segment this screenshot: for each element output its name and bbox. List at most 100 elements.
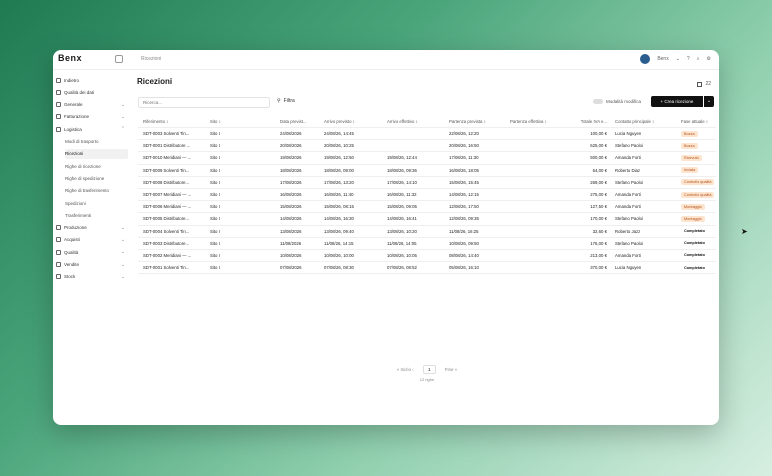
sidebar-item-label: Vendite xyxy=(64,262,80,267)
sidebar-item[interactable]: Vendite ⌄ xyxy=(56,260,128,270)
pagination-next[interactable]: Fine » xyxy=(445,367,458,372)
table-cell: Bozza xyxy=(681,140,719,151)
create-reception-button[interactable]: + Crea ricezione xyxy=(651,96,703,107)
table-cell: 15/08/26, 08:15 xyxy=(324,204,354,210)
table-row[interactable]: SDT-0001 Distributore ... Sito I 20/08/202… xyxy=(138,140,719,153)
sidebar-item[interactable]: Qualità ⌄ xyxy=(56,247,128,257)
top-bar: Benx Ricezioni Benx ⌄ ? ⌕ ⚙ xyxy=(53,50,719,70)
table-row[interactable]: SDT-0003 Distributore... Sito I 11/08/2026… xyxy=(138,238,716,250)
record-count: 22 xyxy=(697,81,711,87)
sidebar-subitem[interactable]: Righe di trasferimento xyxy=(65,186,128,196)
status-badge: Montaggio xyxy=(681,203,705,210)
table-cell: Montaggio xyxy=(681,201,719,212)
sidebar-item[interactable]: Generale ⌄ xyxy=(56,100,128,110)
edit-mode-toggle[interactable] xyxy=(593,99,603,104)
sidebar-item[interactable]: Indietro xyxy=(56,75,128,85)
table-row[interactable]: SDT-0007 Meridiani — ... Sito I 16/08/2026… xyxy=(138,189,719,202)
table-cell: SDT-0006 Meridiani — ... xyxy=(143,204,192,210)
table-cell: Bozza xyxy=(681,128,719,139)
filter-icon: ⚲ xyxy=(277,98,281,104)
app-window: Benx Ricezioni Benx ⌄ ? ⌕ ⚙ Indietro Qual… xyxy=(53,50,719,425)
table-cell: 16/08/26, 18:05 xyxy=(449,167,479,173)
nav-icon xyxy=(56,274,61,280)
column-header[interactable]: Partenza prevista ↕ xyxy=(449,115,507,127)
table-cell: SDT-0004 Solventi Tin... xyxy=(143,228,190,234)
breadcrumb[interactable]: Ricezioni xyxy=(141,56,161,62)
chevron-down-icon[interactable]: ⌄ xyxy=(676,56,680,62)
table-cell: 13/08/26, 10:20 xyxy=(387,228,417,234)
table-cell: Sito I xyxy=(210,155,220,161)
nav-icon xyxy=(56,89,61,95)
table-cell: 170,00 € xyxy=(590,216,607,222)
sidebar-item[interactable]: Stock ⌄ xyxy=(56,272,128,282)
table-cell: Completato xyxy=(681,250,719,261)
sidebar-item[interactable]: Acquisti ⌄ xyxy=(56,235,128,245)
table-cell: SDT-0003 Solventi Tin... xyxy=(143,131,190,137)
table-cell: Completato xyxy=(681,262,719,273)
table-cell: 16/08/26, 11:32 xyxy=(387,192,417,198)
table-cell: Amanda Forti xyxy=(615,252,641,258)
settings-icon[interactable]: ⚙ xyxy=(707,56,711,62)
status-badge: Bozza xyxy=(681,142,698,149)
sidebar-subitem[interactable]: Ricezioni xyxy=(65,148,128,159)
sidebar-subitem[interactable]: Righe di spedizione xyxy=(65,173,128,183)
table-row[interactable]: SDT-0010 Meridiani — ... Sito I 19/08/2026… xyxy=(138,152,716,165)
table-cell: 16/08/2026 xyxy=(280,192,302,198)
table-cell: Sito I xyxy=(210,265,220,271)
column-header[interactable]: Data previst... xyxy=(280,115,322,127)
table-cell: 13/08/26, 09:40 xyxy=(324,228,354,234)
edit-mode-label: Modalità modifica xyxy=(606,99,642,104)
status-badge: Ricevuto xyxy=(681,154,702,161)
pagination-current-page[interactable]: 1 xyxy=(422,365,436,374)
pagination-prev[interactable]: « Inizio ‹ xyxy=(397,367,414,372)
nav-icon xyxy=(56,237,61,243)
column-header[interactable]: Riferimento ↕ xyxy=(143,115,203,127)
brand-logo[interactable]: Benx xyxy=(58,53,82,63)
sidebar-item[interactable]: Fatturazione ⌄ xyxy=(56,112,128,122)
sidebar-subitem[interactable]: Spedizioni xyxy=(65,198,128,208)
table-cell: Lucia Nguyen xyxy=(615,131,642,137)
sidebar-item[interactable]: Qualità dei dati xyxy=(56,87,128,97)
chevron-down-icon[interactable]: ⌄ xyxy=(704,96,714,107)
sidebar-subitem[interactable]: Righe di ricezione xyxy=(65,161,128,171)
table-cell: 500,00 € xyxy=(590,155,607,161)
filter-button[interactable]: ⚲ Filtra xyxy=(277,98,295,104)
sidebar-subitem[interactable]: Modi di trasporto xyxy=(65,137,128,147)
table-cell: 10/08/26, 09:50 xyxy=(449,240,479,246)
table-row[interactable]: SDT-0006 Meridiani — ... Sito I 15/08/2026… xyxy=(138,201,719,214)
table-row[interactable]: SDT-0003 Solventi Tin... Sito I 24/08/2026… xyxy=(138,128,719,141)
column-header[interactable]: Fase attuale ↕ xyxy=(681,115,719,127)
column-header[interactable]: Sito ↕ xyxy=(210,115,250,127)
sidebar-toggle-icon[interactable] xyxy=(115,55,123,63)
column-header[interactable]: Arrivo previsto ↕ xyxy=(324,115,382,127)
table-cell: 11/08/26, 16:25 xyxy=(449,228,479,234)
table-row[interactable]: SDT-0008 Distributore... Sito I 17/08/2026… xyxy=(138,177,716,189)
avatar[interactable] xyxy=(640,54,651,64)
sidebar-item[interactable]: Produzione ⌄ xyxy=(56,223,128,233)
chevron-icon: ⌄ xyxy=(120,273,125,280)
table-row[interactable]: SDT-0005 Distributore... Sito I 14/08/2026… xyxy=(138,213,716,226)
receptions-table: Riferimento ↕ Sito ↕ Data previst... Arrivo… xyxy=(138,115,719,275)
table-row[interactable]: SDT-0001 Solventi Tin... Sito I 07/08/2026… xyxy=(138,262,719,275)
table-row[interactable]: SDT-0004 Solventi Tin... Sito I 13/08/2026… xyxy=(138,226,716,238)
table-cell: Sito I xyxy=(210,179,220,185)
pagination: « Inizio ‹ 1 Fine » xyxy=(135,365,719,374)
user-name[interactable]: Benx xyxy=(657,56,668,62)
table-cell: SDT-0008 Distributore... xyxy=(143,179,190,185)
help-icon[interactable]: ? xyxy=(687,56,690,62)
column-header[interactable]: Contatto principale ↕ xyxy=(615,115,677,127)
table-cell: 14/08/2026 xyxy=(280,216,302,222)
status-badge: Completato xyxy=(684,253,705,258)
column-header[interactable]: Partenza effettiva ↕ xyxy=(510,115,566,127)
column-header[interactable]: Totale IVA e... xyxy=(565,115,607,127)
search-icon[interactable]: ⌕ xyxy=(697,56,700,62)
search-input[interactable] xyxy=(138,97,270,108)
table-cell: Stefano Paoloi xyxy=(615,179,643,185)
sidebar-subitem[interactable]: Trasferimenti xyxy=(65,210,128,220)
table-row[interactable]: SDT-0009 Solventi Tin... Sito I 18/08/2026… xyxy=(138,165,716,177)
sidebar-item[interactable]: Logistica ⌃ xyxy=(56,124,128,134)
table-row[interactable]: SDT-0002 Meridiani — ... Sito I 10/08/2026… xyxy=(138,250,719,263)
table-cell: Sito I xyxy=(210,252,220,258)
table-cell: Controllo qualità xyxy=(681,189,719,200)
column-header[interactable]: Arrivo effettivo ↕ xyxy=(387,115,445,127)
